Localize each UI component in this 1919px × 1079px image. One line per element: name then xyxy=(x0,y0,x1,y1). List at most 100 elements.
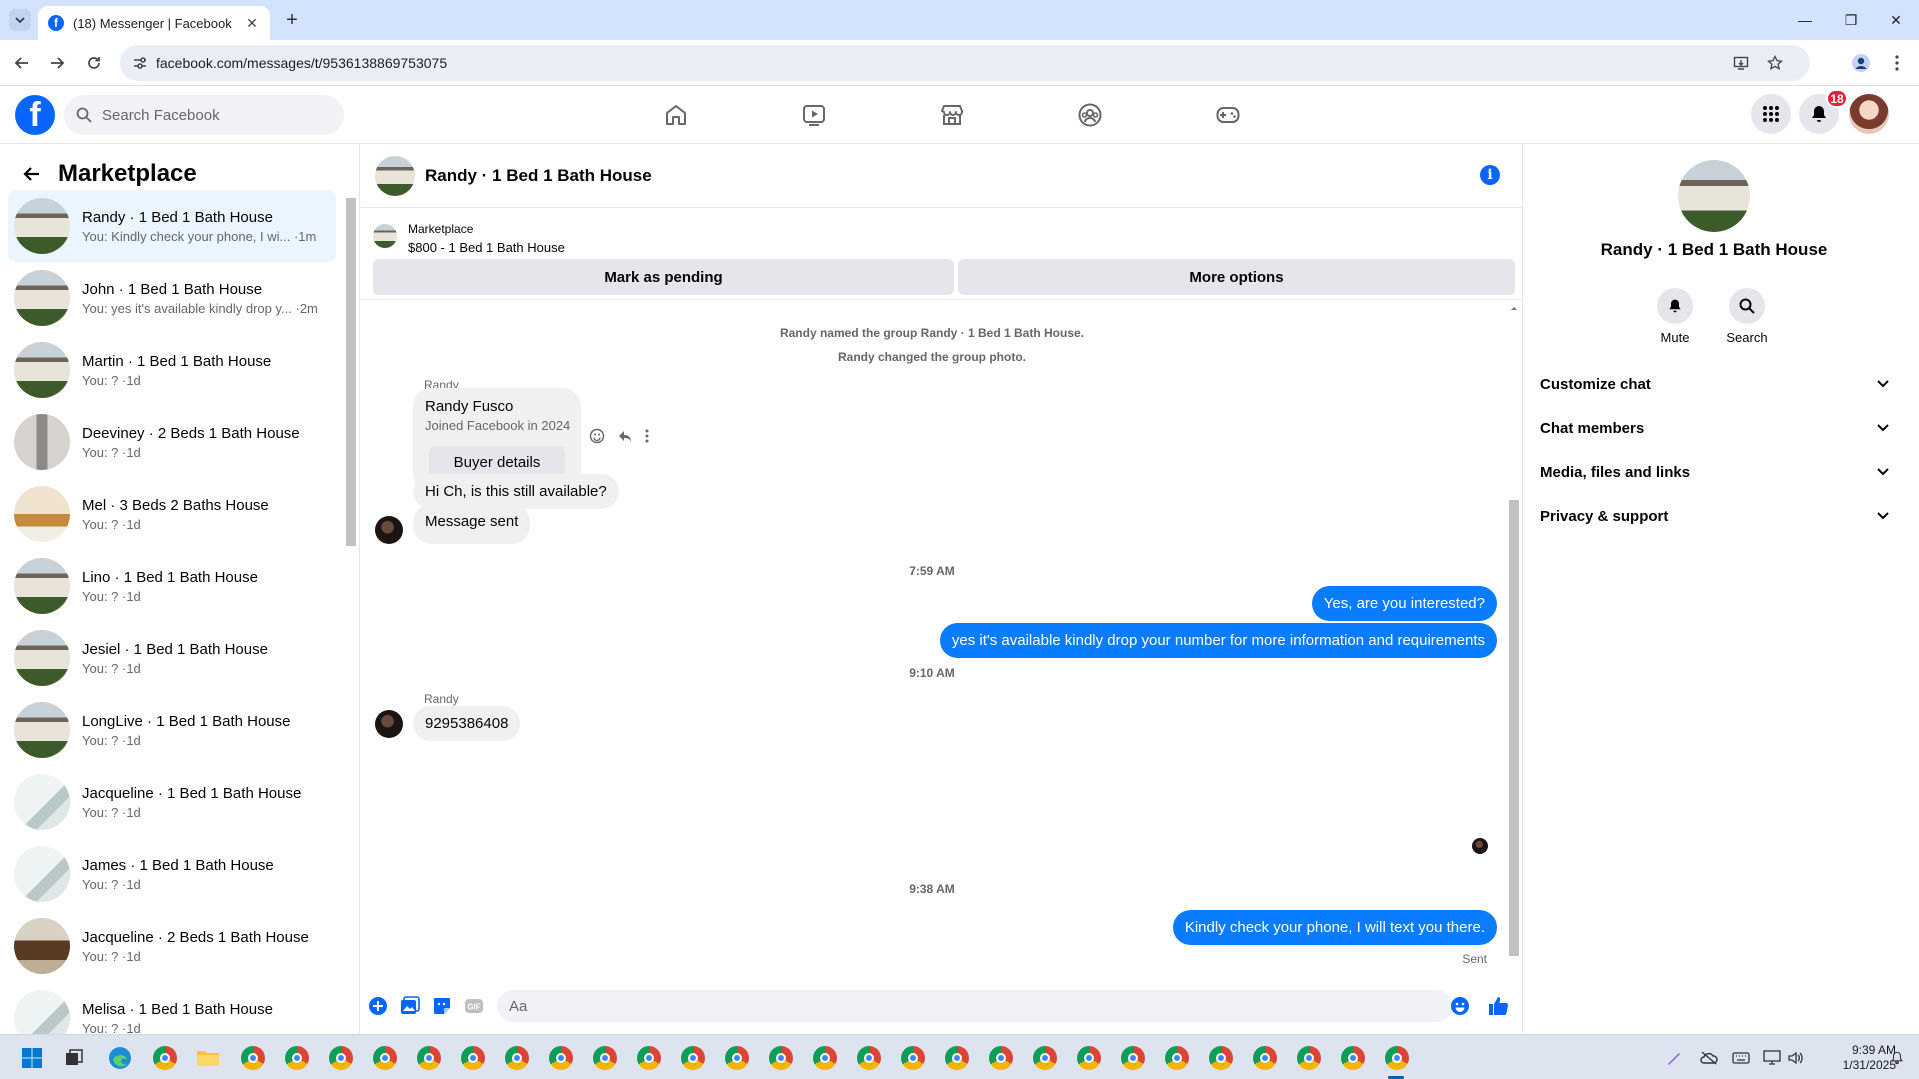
video-icon[interactable] xyxy=(799,100,829,130)
chrome-window-icon[interactable] xyxy=(1162,1043,1192,1073)
gaming-icon[interactable] xyxy=(1213,100,1243,130)
marketplace-icon[interactable] xyxy=(937,100,967,130)
close-tab-icon[interactable]: ✕ xyxy=(244,15,260,31)
chrome-window-icon[interactable] xyxy=(1382,1043,1412,1073)
chrome-window-icon[interactable] xyxy=(810,1043,840,1073)
home-icon[interactable] xyxy=(661,100,691,130)
more-vertical-icon[interactable] xyxy=(645,429,649,443)
back-button[interactable] xyxy=(10,51,34,75)
media-files-links-section[interactable]: Media, files and links xyxy=(1540,454,1890,490)
reload-button[interactable] xyxy=(82,51,106,75)
more-options-button[interactable]: More options xyxy=(958,259,1515,295)
conversation-item[interactable]: Melisa · 1 Bed 1 Bath House You: ? ·1d xyxy=(8,982,336,1034)
mute-button[interactable]: Mute xyxy=(1645,288,1705,345)
new-tab-button[interactable]: + xyxy=(282,9,302,31)
chrome-window-icon[interactable] xyxy=(678,1043,708,1073)
back-arrow-icon[interactable] xyxy=(20,162,44,186)
keyboard-icon[interactable] xyxy=(1732,1049,1750,1067)
outgoing-message[interactable]: Yes, are you interested? xyxy=(1311,586,1497,621)
conversation-item[interactable]: Jesiel · 1 Bed 1 Bath House You: ? ·1d xyxy=(8,622,336,694)
close-window-button[interactable]: ✕ xyxy=(1873,0,1919,40)
chrome-window-icon[interactable] xyxy=(722,1043,752,1073)
chrome-window-icon[interactable] xyxy=(1118,1043,1148,1073)
emoji-icon[interactable] xyxy=(1449,995,1471,1017)
chrome-profile-icon[interactable] xyxy=(150,1043,180,1073)
scrollbar-thumb[interactable] xyxy=(1509,500,1519,956)
sticker-icon[interactable] xyxy=(431,995,453,1017)
chrome-window-icon[interactable] xyxy=(1250,1043,1280,1073)
reply-icon[interactable] xyxy=(617,428,633,444)
mark-as-pending-button[interactable]: Mark as pending xyxy=(373,259,954,295)
bookmark-star-icon[interactable] xyxy=(1766,54,1784,72)
task-view-icon[interactable] xyxy=(59,1043,89,1073)
chrome-window-icon[interactable] xyxy=(1338,1043,1368,1073)
profile-icon[interactable] xyxy=(1849,51,1873,75)
volume-icon[interactable] xyxy=(1787,1049,1805,1067)
facebook-search-input[interactable]: Search Facebook xyxy=(64,95,344,135)
chrome-window-icon[interactable] xyxy=(458,1043,488,1073)
listing-title[interactable]: $800 - 1 Bed 1 Bath House xyxy=(408,240,565,255)
listing-thumbnail[interactable] xyxy=(373,224,397,248)
conversation-item[interactable]: Deeviney · 2 Beds 1 Bath House You: ? ·1d xyxy=(8,406,336,478)
browser-tab-messenger[interactable]: f (18) Messenger | Facebook ✕ xyxy=(38,6,270,40)
groups-icon[interactable] xyxy=(1075,100,1105,130)
conversation-item[interactable]: Lino · 1 Bed 1 Bath House You: ? ·1d xyxy=(8,550,336,622)
sender-avatar[interactable] xyxy=(375,710,403,738)
thumbs-up-icon[interactable] xyxy=(1487,995,1509,1017)
chat-members-section[interactable]: Chat members xyxy=(1540,410,1890,446)
chrome-window-icon[interactable] xyxy=(1074,1043,1104,1073)
chrome-window-icon[interactable] xyxy=(634,1043,664,1073)
chrome-window-icon[interactable] xyxy=(238,1043,268,1073)
conversation-item[interactable]: James · 1 Bed 1 Bath House You: ? ·1d xyxy=(8,838,336,910)
sender-avatar[interactable] xyxy=(375,516,403,544)
outgoing-message[interactable]: Kindly check your phone, I will text you… xyxy=(1172,910,1497,945)
file-explorer-icon[interactable] xyxy=(193,1043,223,1073)
message-input[interactable]: Aa xyxy=(497,990,1453,1022)
react-emoji-icon[interactable] xyxy=(589,428,605,444)
scrollbar-thumb[interactable] xyxy=(346,198,356,546)
chrome-window-icon[interactable] xyxy=(546,1043,576,1073)
chrome-window-icon[interactable] xyxy=(326,1043,356,1073)
windows-start-icon[interactable] xyxy=(17,1043,47,1073)
minimize-button[interactable]: — xyxy=(1782,0,1828,40)
menu-button[interactable] xyxy=(1751,94,1791,134)
chrome-window-icon[interactable] xyxy=(1206,1043,1236,1073)
network-icon[interactable] xyxy=(1763,1049,1781,1067)
conversation-scrollbar[interactable] xyxy=(346,192,356,1032)
thread-scrollbar[interactable] xyxy=(1508,304,1520,964)
chrome-window-icon[interactable] xyxy=(282,1043,312,1073)
edge-icon[interactable] xyxy=(105,1043,135,1073)
account-avatar[interactable] xyxy=(1849,94,1889,134)
onedrive-icon[interactable] xyxy=(1700,1049,1718,1067)
chrome-window-icon[interactable] xyxy=(898,1043,928,1073)
tab-search-button[interactable] xyxy=(9,9,31,31)
browser-menu-icon[interactable] xyxy=(1885,51,1909,75)
chrome-window-icon[interactable] xyxy=(854,1043,884,1073)
pen-icon[interactable] xyxy=(1665,1049,1683,1067)
conversation-item[interactable]: LongLive · 1 Bed 1 Bath House You: ? ·1d xyxy=(8,694,336,766)
facebook-logo-icon[interactable]: f xyxy=(15,95,55,135)
search-in-chat-button[interactable]: Search xyxy=(1717,288,1777,345)
conversation-item[interactable]: Mel · 3 Beds 2 Baths House You: ? ·1d xyxy=(8,478,336,550)
conversation-item[interactable]: Jacqueline · 1 Bed 1 Bath House You: ? ·1… xyxy=(8,766,336,838)
plus-circle-icon[interactable] xyxy=(367,995,389,1017)
chrome-window-icon[interactable] xyxy=(1030,1043,1060,1073)
outgoing-message[interactable]: yes it's available kindly drop your numb… xyxy=(939,623,1497,658)
notification-bell-icon[interactable] xyxy=(1888,1049,1906,1067)
chrome-window-icon[interactable] xyxy=(502,1043,532,1073)
chrome-window-icon[interactable] xyxy=(766,1043,796,1073)
chrome-window-icon[interactable] xyxy=(590,1043,620,1073)
address-bar[interactable]: facebook.com/messages/t/9536138869753075 xyxy=(120,45,1810,81)
conversation-item[interactable]: Randy · 1 Bed 1 Bath House You: Kindly ch… xyxy=(8,190,336,262)
chrome-window-icon[interactable] xyxy=(370,1043,400,1073)
group-avatar[interactable] xyxy=(1678,160,1750,232)
system-clock[interactable]: 9:39 AM 1/31/2025 xyxy=(1820,1043,1896,1073)
chrome-window-icon[interactable] xyxy=(942,1043,972,1073)
chrome-window-icon[interactable] xyxy=(414,1043,444,1073)
incoming-message[interactable]: 9295386408 xyxy=(413,706,521,741)
install-app-icon[interactable] xyxy=(1732,54,1750,72)
privacy-support-section[interactable]: Privacy & support xyxy=(1540,498,1890,534)
chat-title[interactable]: Randy · 1 Bed 1 Bath House xyxy=(425,166,652,186)
chrome-window-icon[interactable] xyxy=(1294,1043,1324,1073)
info-icon[interactable]: i xyxy=(1480,165,1500,185)
